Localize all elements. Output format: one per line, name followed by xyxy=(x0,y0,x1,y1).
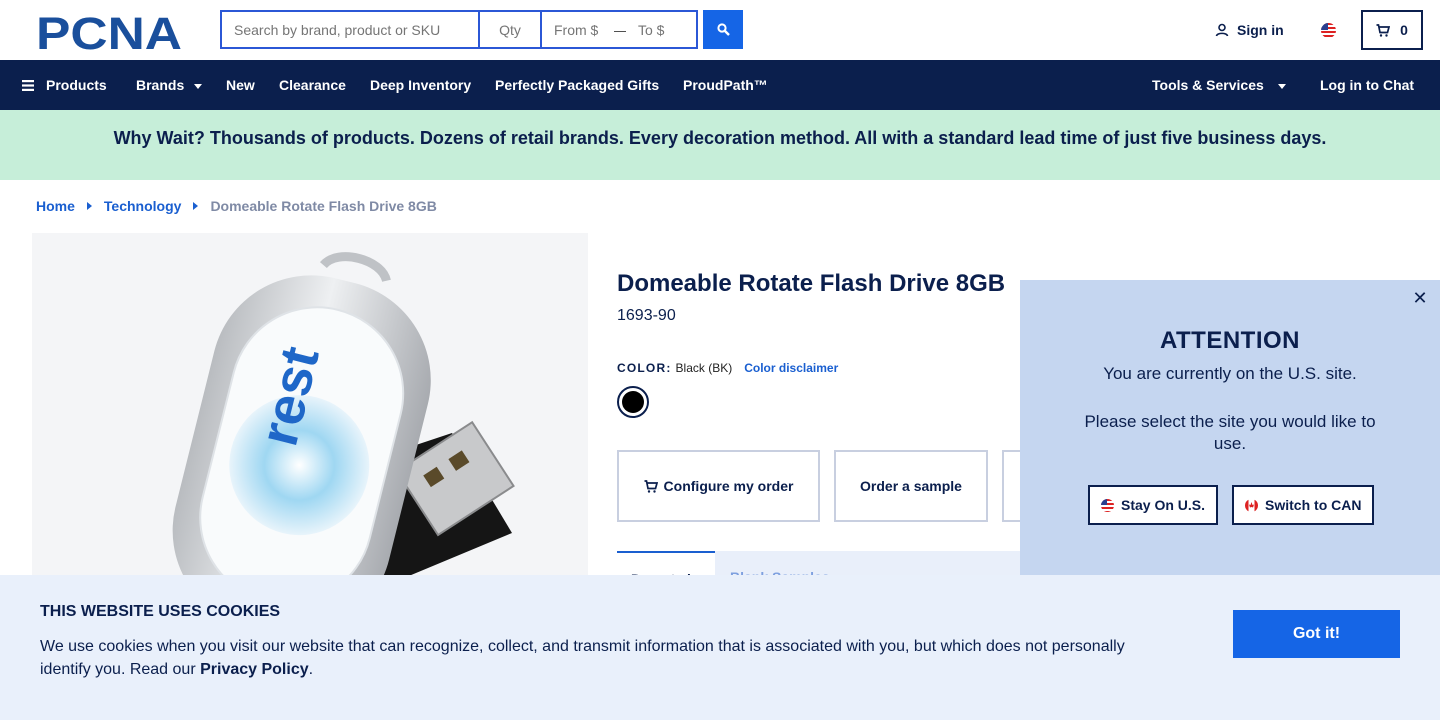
color-label: COLOR: xyxy=(617,361,672,375)
us-flag-icon[interactable] xyxy=(1321,23,1336,38)
nav-proudpath[interactable]: ProudPath™ xyxy=(683,60,768,110)
canada-flag-icon xyxy=(1245,498,1259,512)
cookie-text: We use cookies when you visit our websit… xyxy=(40,635,1150,681)
cookie-banner: THIS WEBSITE USES COOKIES We use cookies… xyxy=(0,575,1440,720)
promo-text: Why Wait? Thousands of products. Dozens … xyxy=(113,127,1327,148)
search-button[interactable] xyxy=(703,10,743,49)
modal-message: You are currently on the U.S. site. xyxy=(1103,364,1357,383)
stay-us-button[interactable]: Stay On U.S. xyxy=(1088,485,1219,525)
sign-in-link[interactable]: Sign in xyxy=(1215,22,1284,38)
promo-banner: Why Wait? Thousands of products. Dozens … xyxy=(0,110,1440,180)
nav-login-chat[interactable]: Log in to Chat xyxy=(1320,60,1414,110)
breadcrumb-current: Domeable Rotate Flash Drive 8GB xyxy=(210,198,437,214)
top-bar: PCNA — Sign in 0 xyxy=(0,0,1440,60)
modal-buttons: Stay On U.S. Switch to CAN xyxy=(1088,485,1375,525)
nav-brands[interactable]: Brands xyxy=(136,60,203,110)
got-it-button[interactable]: Got it! xyxy=(1233,610,1400,658)
color-row: COLOR: Black (BK) Color disclaimer xyxy=(617,361,838,375)
privacy-policy-link[interactable]: Privacy Policy xyxy=(200,661,309,678)
main-nav: Products Brands New Clearance Deep Inven… xyxy=(0,60,1440,110)
configure-order-button[interactable]: Configure my order xyxy=(617,450,820,522)
cart-icon xyxy=(1376,23,1391,37)
nav-clearance[interactable]: Clearance xyxy=(279,60,346,110)
logo-text: PCNA xyxy=(36,11,182,51)
nav-label: Tools & Services xyxy=(1152,77,1264,93)
caret-down-icon xyxy=(194,83,203,89)
nav-tools-services[interactable]: Tools & Services xyxy=(1152,60,1286,110)
product-sku: 1693-90 xyxy=(617,307,676,324)
close-icon[interactable]: ✕ xyxy=(1410,288,1430,308)
cart-count: 0 xyxy=(1400,22,1408,38)
cookie-end: . xyxy=(308,661,314,678)
modal-heading: ATTENTION xyxy=(1159,327,1301,354)
stay-us-label: Stay On U.S. xyxy=(1121,497,1206,513)
caret-down-icon xyxy=(1277,83,1286,89)
cookie-title: THIS WEBSITE USES COOKIES xyxy=(40,603,281,620)
price-to-input[interactable] xyxy=(626,12,696,47)
cart-button[interactable]: 0 xyxy=(1361,10,1423,50)
color-disclaimer-link[interactable]: Color disclaimer xyxy=(744,361,838,375)
switch-can-button[interactable]: Switch to CAN xyxy=(1232,485,1375,525)
price-from-input[interactable] xyxy=(542,12,616,47)
search-icon xyxy=(716,23,730,36)
breadcrumb-home[interactable]: Home xyxy=(36,198,75,214)
sign-in-label: Sign in xyxy=(1237,22,1284,38)
cart-icon xyxy=(644,479,658,493)
us-flag-icon xyxy=(1101,498,1114,512)
qty-input[interactable] xyxy=(480,12,540,47)
color-value: Black (BK) xyxy=(675,361,733,375)
nav-deep-inventory[interactable]: Deep Inventory xyxy=(370,60,471,110)
user-icon xyxy=(1215,23,1229,37)
search-bar: — xyxy=(220,10,698,49)
swatch-fill xyxy=(622,391,644,413)
search-input[interactable] xyxy=(222,12,478,47)
configure-label: Configure my order xyxy=(663,478,794,494)
pcna-logo[interactable]: PCNA xyxy=(36,8,186,59)
caret-right-icon xyxy=(86,202,92,210)
nav-packaged-gifts[interactable]: Perfectly Packaged Gifts xyxy=(495,60,659,110)
product-image[interactable]: rest xyxy=(32,233,588,583)
breadcrumb-technology[interactable]: Technology xyxy=(104,198,182,214)
nav-products[interactable]: Products xyxy=(22,60,107,110)
modal-prompt: Please select the site you would like to… xyxy=(1084,412,1376,453)
nav-new[interactable]: New xyxy=(226,60,255,110)
product-title: Domeable Rotate Flash Drive 8GB xyxy=(617,270,1006,297)
sample-label: Order a sample xyxy=(860,478,962,494)
site-select-modal: ✕ ATTENTION You are currently on the U.S… xyxy=(1020,280,1440,575)
switch-can-label: Switch to CAN xyxy=(1265,497,1362,513)
price-separator: — xyxy=(614,21,628,38)
nav-label: Brands xyxy=(136,77,185,93)
breadcrumb: Home Technology Domeable Rotate Flash Dr… xyxy=(36,198,437,214)
caret-right-icon xyxy=(193,202,199,210)
hamburger-icon xyxy=(22,79,34,91)
order-sample-button[interactable]: Order a sample xyxy=(834,450,988,522)
color-swatch-black[interactable] xyxy=(617,386,649,418)
nav-label: Products xyxy=(46,77,107,93)
